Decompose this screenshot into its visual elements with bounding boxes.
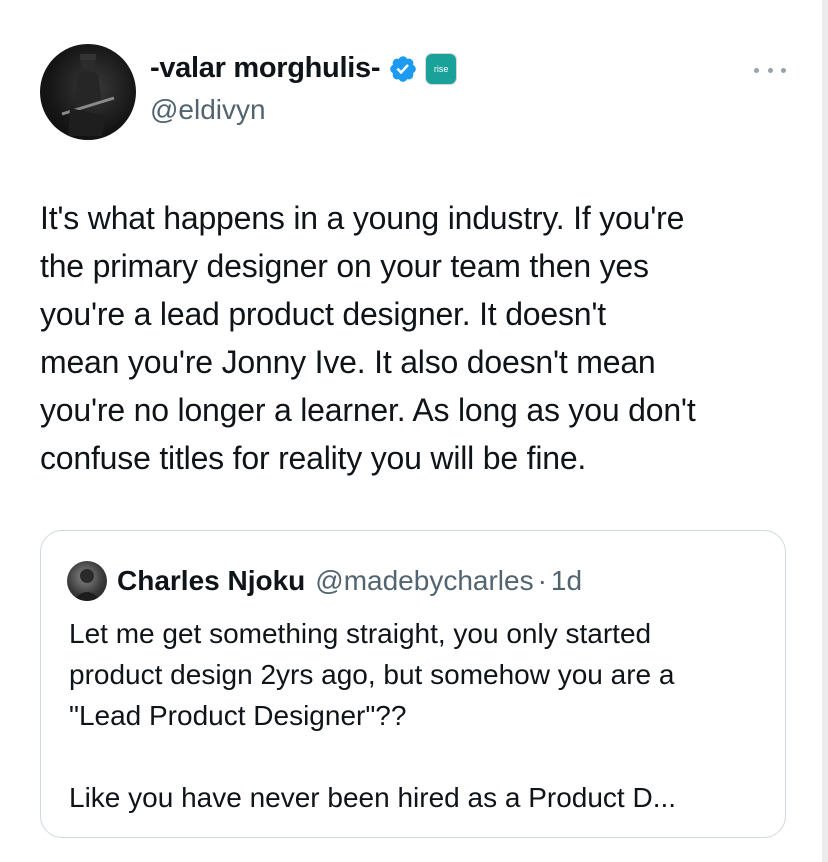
quoted-author-name[interactable]: Charles Njoku (117, 565, 305, 597)
quoted-author-meta: @madebycharles · 1d (315, 565, 582, 597)
quoted-avatar-photo-icon (73, 569, 101, 601)
affiliate-badge-icon[interactable]: rise (426, 53, 457, 84)
tweet-text-line: confuse titles for reality you will be f… (40, 440, 587, 476)
tweet-text-line: you're a lead product designer. It doesn… (40, 296, 606, 332)
more-dot (781, 67, 786, 73)
more-options-icon[interactable] (754, 60, 786, 80)
tweet-text-line: you're no longer a learner. As long as y… (40, 392, 696, 428)
tweet-body: It's what happens in a young industry. I… (40, 194, 800, 482)
author-name-row: -valar morghulis- rise (150, 52, 457, 85)
quoted-tweet-header: Charles Njoku @madebycharles · 1d (67, 561, 582, 601)
quoted-author-avatar[interactable] (67, 561, 107, 601)
author-avatar[interactable] (40, 44, 136, 140)
verified-badge-icon[interactable] (388, 54, 418, 84)
author-display-name[interactable]: -valar morghulis- (150, 52, 380, 85)
quoted-text-line: Like you have never been hired as a Prod… (69, 782, 677, 813)
author-handle[interactable]: @eldivyn (150, 94, 266, 126)
quoted-text-line: Let me get something straight, you only … (69, 618, 652, 649)
meta-separator: · (537, 565, 547, 596)
quoted-author-handle[interactable]: @madebycharles (315, 565, 533, 597)
avatar-photo-icon (61, 54, 115, 136)
quoted-tweet-time[interactable]: 1d (551, 565, 582, 597)
tweet-text-line: the primary designer on your team then y… (40, 248, 649, 284)
tweet-text-line: mean you're Jonny Ive. It also doesn't m… (40, 344, 656, 380)
quoted-text-line: "Lead Product Designer"?? (69, 700, 407, 731)
quoted-tweet-card[interactable]: Charles Njoku @madebycharles · 1d Let me… (40, 530, 786, 838)
scrollbar[interactable] (822, 0, 828, 862)
tweet-text-line: It's what happens in a young industry. I… (40, 200, 685, 236)
more-dot (754, 67, 759, 73)
quoted-tweet-body: Let me get something straight, you only … (69, 613, 769, 818)
quoted-text-line: product design 2yrs ago, but somehow you… (69, 659, 675, 690)
tweet-page: -valar morghulis- rise @eldivyn It's wha… (0, 0, 828, 862)
more-dot (767, 67, 773, 73)
